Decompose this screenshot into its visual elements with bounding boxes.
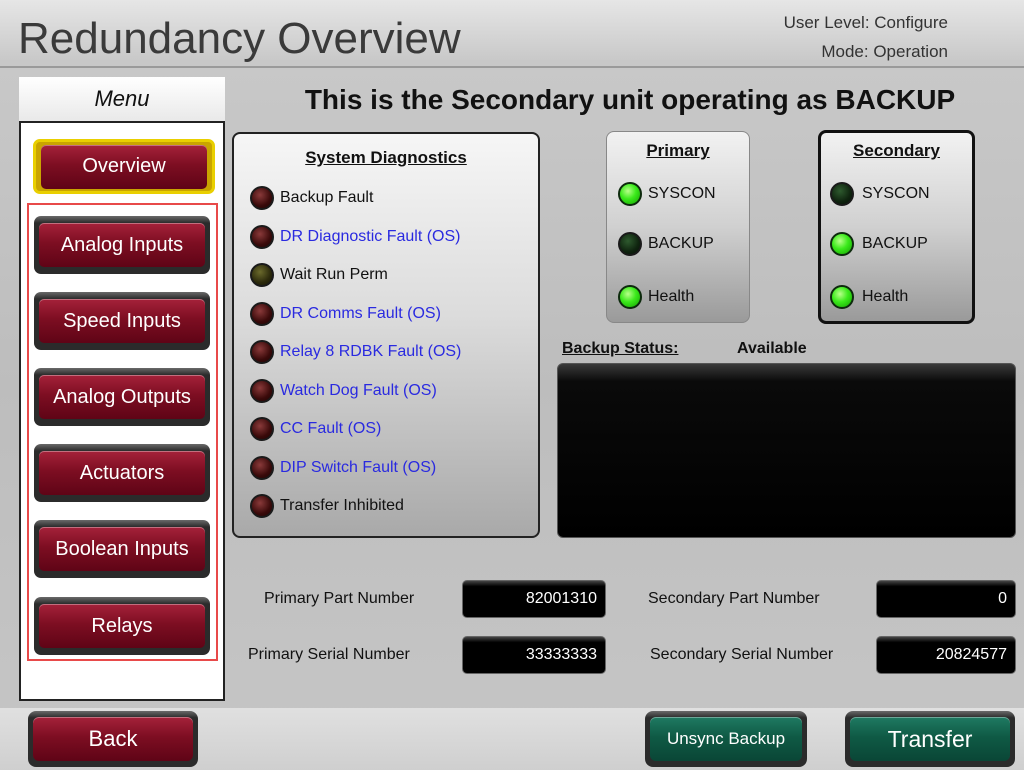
primary-serial-number-field: 33333333 [462, 636, 606, 674]
diagnostic-led-icon [250, 302, 274, 326]
menu-item-label: Overview [41, 144, 207, 189]
diagnostic-item-label: CC Fault (OS) [280, 420, 382, 437]
diagnostic-led-icon [250, 456, 274, 480]
secondary-part-number-label: Secondary Part Number [648, 590, 820, 607]
diagnostic-item-label: Relay 8 RDBK Fault (OS) [280, 343, 462, 360]
primary-backup-led-icon [618, 232, 642, 256]
menu-item-label: Actuators [39, 451, 205, 495]
primary-part-number-field: 82001310 [462, 580, 606, 618]
menu-item-label: Analog Outputs [39, 375, 205, 419]
menu-item-label: Boolean Inputs [39, 527, 205, 571]
diagnostic-led-icon [250, 263, 274, 287]
backup-status-display [557, 363, 1016, 538]
backup-status-label: Backup Status: [562, 340, 679, 357]
system-diagnostics-panel [232, 132, 540, 538]
unsync-backup-label: Unsync Backup [650, 717, 802, 761]
diagnostic-led-icon [250, 186, 274, 210]
menu-item-label: Relays [39, 604, 205, 648]
transfer-button-label: Transfer [850, 717, 1010, 761]
unsync-backup-button[interactable]: Unsync Backup [645, 711, 807, 767]
diagnostic-item-label: DR Diagnostic Fault (OS) [280, 228, 461, 245]
secondary-syscon-led-icon [830, 182, 854, 206]
secondary-indicator-label: Health [862, 288, 909, 305]
diagnostic-led-icon [250, 340, 274, 364]
secondary-part-number-field: 0 [876, 580, 1016, 618]
secondary-indicator-label: SYSCON [862, 185, 930, 202]
diagnostic-led-icon [250, 417, 274, 441]
menu-item-label: Analog Inputs [39, 223, 205, 267]
back-button[interactable]: Back [28, 711, 198, 767]
primary-title: Primary [646, 141, 710, 160]
backup-status-value: Available [737, 340, 807, 357]
page-title: Redundancy Overview [18, 14, 461, 63]
primary-serial-number-label: Primary Serial Number [248, 646, 410, 663]
diagnostic-item-label: DR Comms Fault (OS) [280, 305, 441, 322]
diagnostic-led-icon [250, 494, 274, 518]
primary-indicator-label: SYSCON [648, 185, 716, 202]
menu-item-speed-inputs[interactable]: Speed Inputs [34, 292, 210, 350]
primary-indicator-label: Health [648, 288, 695, 305]
back-button-label: Back [33, 717, 193, 761]
menu-item-label: Speed Inputs [39, 299, 205, 343]
menu-item-overview[interactable]: Overview [33, 139, 215, 194]
menu-item-analog-inputs[interactable]: Analog Inputs [34, 216, 210, 274]
secondary-indicator-label: BACKUP [862, 235, 928, 252]
diagnostic-item-label: DIP Switch Fault (OS) [280, 459, 437, 476]
menu-item-analog-outputs[interactable]: Analog Outputs [34, 368, 210, 426]
diagnostic-item-label: Backup Fault [280, 189, 374, 206]
primary-health-led-icon [618, 285, 642, 309]
header-divider [0, 66, 1024, 68]
menu-item-relays[interactable]: Relays [34, 597, 210, 655]
primary-indicator-label: BACKUP [648, 235, 714, 252]
menu-title: Menu [19, 77, 225, 123]
system-diagnostics-title: System Diagnostics [305, 148, 467, 167]
diagnostic-item-label: Transfer Inhibited [280, 497, 404, 514]
menu-item-actuators[interactable]: Actuators [34, 444, 210, 502]
diagnostic-led-icon [250, 379, 274, 403]
user-level-text: User Level: Configure [783, 13, 948, 32]
user-info: User Level: Configure Mode: Operation [784, 8, 948, 66]
secondary-serial-number-field: 20824577 [876, 636, 1016, 674]
transfer-button[interactable]: Transfer [845, 711, 1015, 767]
mode-text: Mode: Operation [821, 42, 948, 61]
secondary-title: Secondary [853, 141, 940, 160]
secondary-serial-number-label: Secondary Serial Number [650, 646, 834, 663]
unit-status-headline: This is the Secondary unit operating as … [304, 84, 956, 115]
secondary-backup-led-icon [830, 232, 854, 256]
primary-part-number-label: Primary Part Number [264, 590, 415, 607]
diagnostic-item-label: Watch Dog Fault (OS) [280, 382, 437, 399]
secondary-health-led-icon [830, 285, 854, 309]
diagnostic-led-icon [250, 225, 274, 249]
primary-syscon-led-icon [618, 182, 642, 206]
diagnostic-item-label: Wait Run Perm [280, 266, 388, 283]
menu-item-boolean-inputs[interactable]: Boolean Inputs [34, 520, 210, 578]
